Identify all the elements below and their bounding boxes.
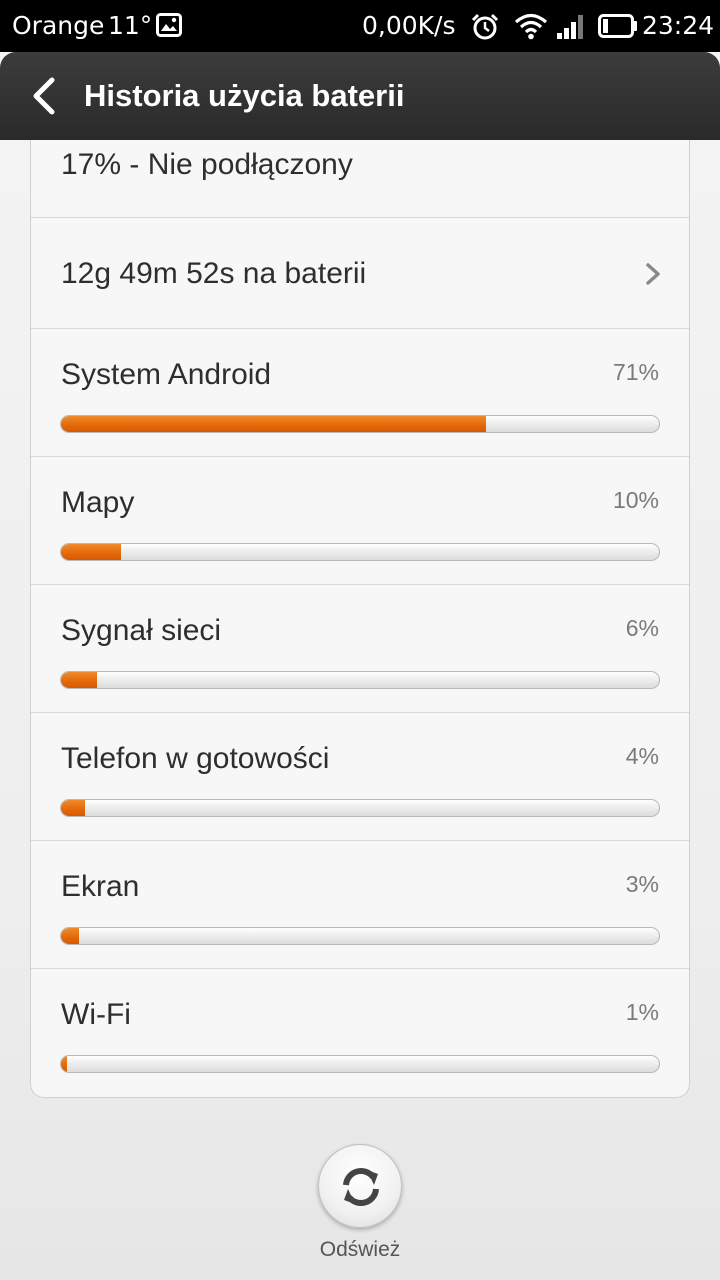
usage-name: Telefon w gotowości [61,742,330,775]
usage-progress-fill [61,672,97,688]
usage-percent: 10% [612,487,659,513]
usage-name: Mapy [61,486,135,519]
usage-row-system-android[interactable]: System Android 71% [31,329,689,457]
network-speed-label: 0,00K/s [362,11,456,40]
wifi-icon [514,12,548,40]
status-bar: Orange 11° 0,00K/s 23:24 [0,0,720,52]
refresh-label: Odśwież [319,1238,401,1261]
carrier-label: Orange [12,11,105,40]
usage-progress-fill [61,416,486,432]
usage-progress-bar [60,543,660,561]
usage-name: Wi-Fi [61,998,131,1031]
battery-duration-row[interactable]: 12g 49m 52s na baterii [31,218,689,329]
battery-status-label: 17% - Nie podłączony [61,148,353,181]
usage-progress-bar [60,671,660,689]
image-icon [156,13,182,37]
usage-row-telefon-w-gotowosci[interactable]: Telefon w gotowości 4% [31,713,689,841]
action-bar: Historia użycia baterii [0,52,720,140]
usage-progress-fill [61,800,85,816]
usage-percent: 6% [625,615,659,641]
battery-icon [598,14,638,38]
page-title: Historia użycia baterii [84,78,405,113]
signal-icon [556,13,586,39]
chevron-right-icon [646,263,660,285]
chevron-left-icon [33,77,55,115]
back-button[interactable] [22,72,68,120]
usage-progress-fill [61,544,121,560]
refresh-icon [343,1168,379,1206]
refresh-button[interactable] [318,1144,402,1228]
usage-row-wifi[interactable]: Wi-Fi 1% [31,969,689,1097]
usage-row-sygnal-sieci[interactable]: Sygnał sieci 6% [31,585,689,713]
usage-percent: 3% [625,871,659,897]
usage-percent: 71% [612,359,659,385]
usage-row-mapy[interactable]: Mapy 10% [31,457,689,585]
usage-name: Sygnał sieci [61,614,222,647]
usage-progress-fill [61,1056,67,1072]
usage-name: System Android [61,358,272,391]
battery-history-card: 17% - Nie podłączony 12g 49m 52s na bate… [30,140,690,1098]
usage-progress-bar [60,927,660,945]
usage-name: Ekran [61,870,140,903]
clock-label: 23:24 [642,11,715,40]
usage-progress-bar [60,1055,660,1073]
usage-progress-fill [61,928,79,944]
usage-progress-bar [60,415,660,433]
usage-percent: 4% [625,743,659,769]
temperature-label: 11° [108,11,153,40]
usage-progress-bar [60,799,660,817]
battery-status-row: 17% - Nie podłączony [31,140,689,218]
usage-row-ekran[interactable]: Ekran 3% [31,841,689,969]
battery-duration-label: 12g 49m 52s na baterii [61,257,367,290]
usage-percent: 1% [625,999,659,1025]
alarm-icon [470,12,500,42]
